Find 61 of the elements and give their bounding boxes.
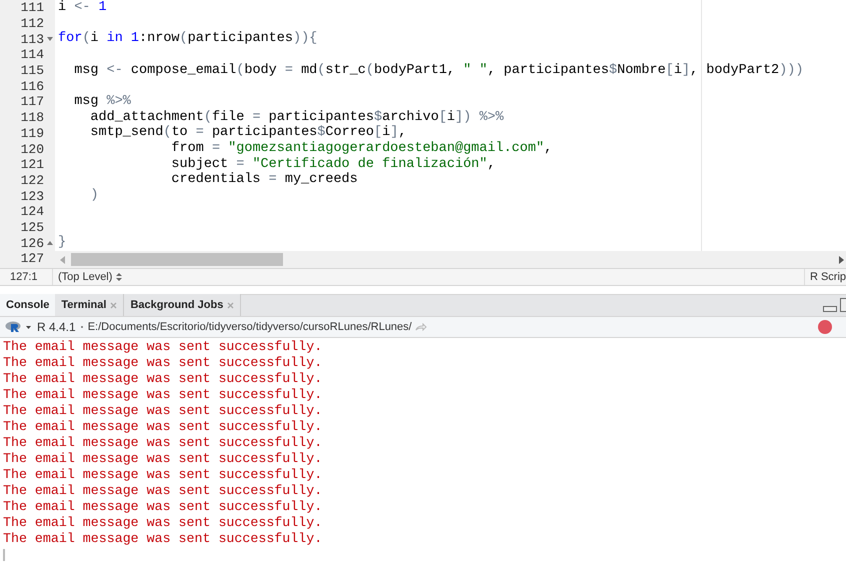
console-cursor <box>3 549 5 561</box>
line-number: 113 <box>20 32 44 47</box>
console-output: The email message was sent successfully. <box>3 371 324 387</box>
line-number: 115 <box>20 63 44 78</box>
console-output: The email message was sent successfully. <box>3 451 324 467</box>
code-line: credentials = my_creeds <box>170 172 358 188</box>
scroll-left-icon[interactable] <box>60 256 65 264</box>
line-number: 116 <box>20 78 44 94</box>
r-version: R 4.4.1 <box>37 319 76 336</box>
line-number: 117 <box>20 94 44 110</box>
line-number: 122 <box>20 172 44 188</box>
code-line: msg %>% <box>73 94 131 110</box>
file-type-selector[interactable]: R Scrip <box>804 268 846 286</box>
line-number: 125 <box>20 220 44 235</box>
console-output: The email message was sent successfully. <box>3 419 324 435</box>
line-number: 114 <box>20 47 44 62</box>
console-output: The email message was sent successfully. <box>3 387 324 403</box>
line-number: 119 <box>20 126 44 141</box>
code-line: add_attachment(file = participantes$archivo[i]) %>% <box>89 110 504 125</box>
code-line: for(i in 1:nrow(participantes)){ <box>58 31 318 48</box>
up-down-icon <box>116 273 122 281</box>
line-number: 120 <box>20 142 44 157</box>
fold-caret-icon[interactable] <box>47 37 53 42</box>
maximize-icon[interactable] <box>840 298 846 312</box>
caret-icon[interactable] <box>26 326 31 328</box>
cursor-position: 127:1 <box>0 268 53 286</box>
code-line: subject = "Certificado de finalización", <box>170 156 496 172</box>
scope-selector[interactable]: (Top Level) <box>53 268 122 286</box>
scroll-right-icon[interactable] <box>839 256 844 264</box>
panel-tab[interactable]: Terminal <box>55 294 124 316</box>
fold-caret-icon[interactable] <box>47 241 53 246</box>
console-output: The email message was sent successfully. <box>3 403 324 419</box>
line-number: 121 <box>20 157 44 172</box>
line-number: 112 <box>20 16 44 32</box>
console-output: The email message was sent successfully. <box>3 499 324 515</box>
r-logo-icon <box>5 321 21 333</box>
console-output: The email message was sent successfully. <box>3 515 324 531</box>
panel-tab[interactable]: Console <box>0 294 56 316</box>
line-number: 123 <box>20 188 44 204</box>
code-line: from = "gomezsantiagogerardoesteban@gmail.com", <box>170 141 552 157</box>
line-number: 124 <box>20 204 44 220</box>
stop-icon[interactable] <box>818 320 832 334</box>
minimize-icon[interactable] <box>823 306 837 312</box>
code-line: msg <- compose_email(body = md(str_c(bodyPart1, " ", participantes$Nombre[i], bodyPart2))) <box>73 62 804 79</box>
panel-tab[interactable]: Background Jobs <box>124 294 242 316</box>
code-line: } <box>58 235 66 251</box>
console-output: The email message was sent successfully. <box>3 531 324 547</box>
console-output: The email message was sent successfully. <box>3 435 324 451</box>
code-line: i <- 1 <box>58 0 107 16</box>
line-number: 111 <box>20 0 44 16</box>
line-number: 127 <box>20 251 44 266</box>
code-line: ) <box>89 188 99 204</box>
line-number: 126 <box>20 236 44 251</box>
console-output: The email message was sent successfully. <box>3 355 324 371</box>
code-line: smtp_send(to = participantes$Correo[i], <box>89 125 406 141</box>
line-number: 118 <box>20 110 44 126</box>
console-output: The email message was sent successfully. <box>3 339 324 355</box>
console-output: The email message was sent successfully. <box>3 467 324 483</box>
working-directory: E:/Documents/Escritorio/tidyverso/tidyverso/cursoRLunes/RLunes/ <box>88 320 412 335</box>
horizontal-scrollbar-thumb[interactable] <box>71 253 283 266</box>
console-output: The email message was sent successfully. <box>3 483 324 499</box>
